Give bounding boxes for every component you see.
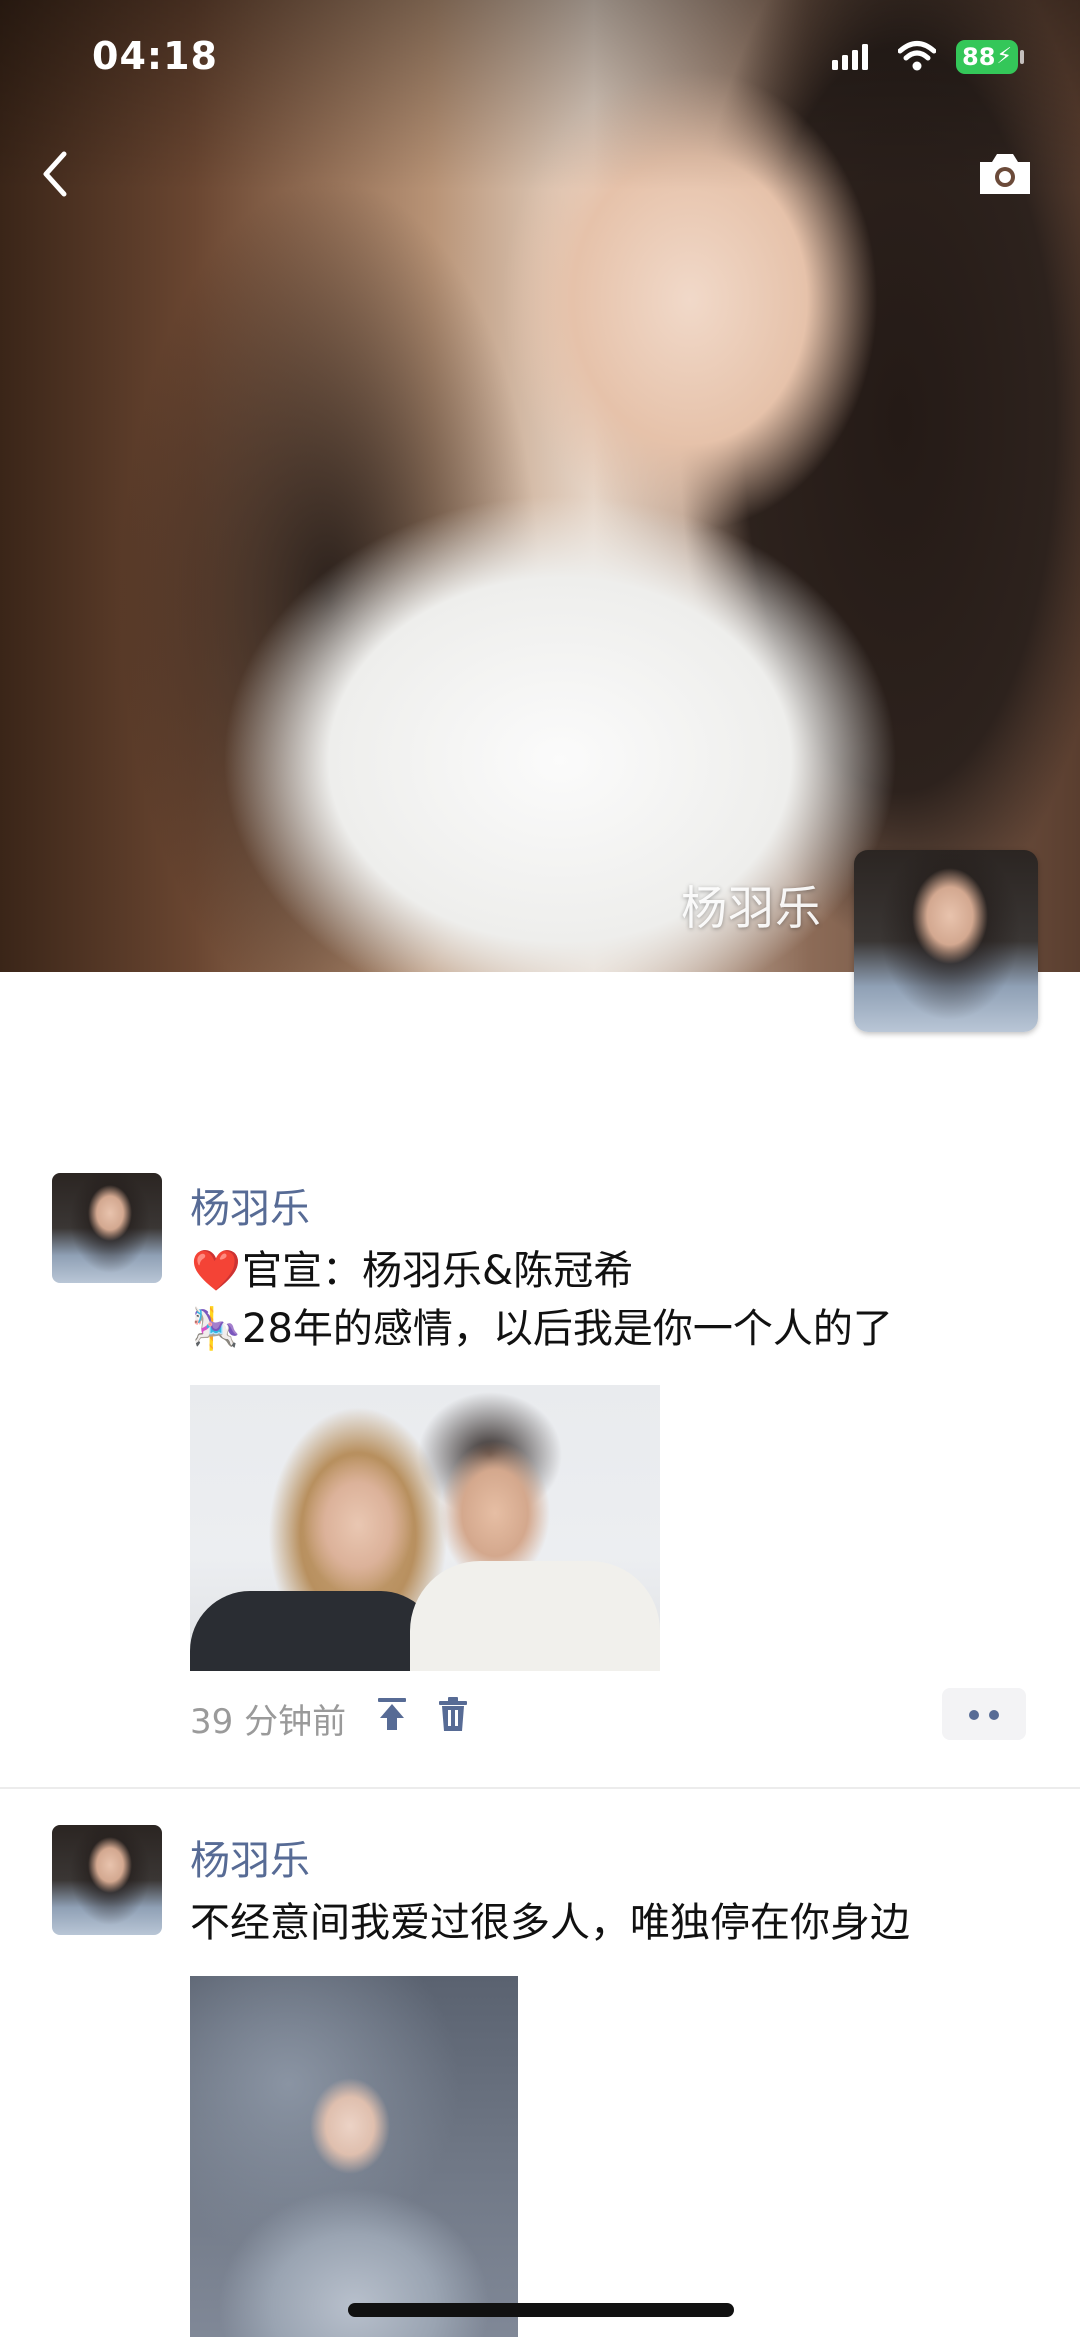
cover-image[interactable]: 杨羽乐 [0,0,1080,972]
more-dot-icon [989,1710,999,1720]
post-author[interactable]: 杨羽乐 [190,1828,310,1886]
back-button[interactable] [36,148,76,200]
post-text: 28年的感情，以后我是你一个人的了 [242,1306,893,1352]
battery-nub [1020,50,1024,64]
more-options-button[interactable] [942,1688,1026,1740]
post-avatar[interactable] [52,1825,162,1935]
post-text-line: 🎠28年的感情，以后我是你一个人的了 [190,1300,893,1358]
trash-icon[interactable] [438,1696,468,1732]
post-text: 官宣：杨羽乐&陈冠希 [242,1248,634,1294]
battery-charging-icon: 88 ⚡ [956,40,1018,74]
post-photo[interactable] [190,1976,518,2337]
post-photo[interactable] [190,1385,660,1671]
post-avatar[interactable] [52,1173,162,1283]
status-time: 04:18 [92,34,218,78]
cellular-signal-icon [832,44,868,70]
cover-top-shade [0,0,1080,190]
camera-button[interactable] [976,148,1034,198]
profile-avatar[interactable] [854,850,1038,1032]
post-time: 39 分钟前 [190,1702,347,1742]
pin-to-top-icon[interactable] [376,1696,408,1732]
post-text-line: 不经意间我爱过很多人，唯独停在你身边 [190,1894,910,1952]
bolt-icon: ⚡ [996,44,1012,69]
wifi-icon [898,41,936,71]
more-dot-icon [969,1710,979,1720]
post-text-line: ❤️官宣：杨羽乐&陈冠希 [190,1242,633,1300]
home-indicator [348,2303,734,2317]
post-text: 不经意间我爱过很多人，唯独停在你身边 [190,1900,910,1946]
carousel-emoji-icon: 🎠 [191,1306,241,1352]
post-author[interactable]: 杨羽乐 [190,1176,310,1234]
cover-user-name: 杨羽乐 [681,881,822,935]
heart-emoji-icon: ❤️ [191,1248,241,1294]
battery-level: 88 [962,43,996,71]
post-divider [0,1787,1080,1789]
post-meta-row: 39 分钟前 [190,1688,1050,1742]
